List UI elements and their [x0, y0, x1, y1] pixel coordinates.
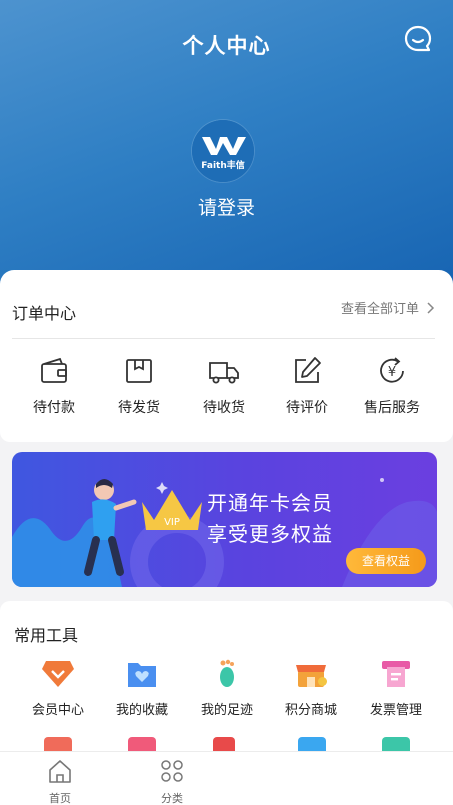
tool-label: 我的收藏 — [115, 703, 168, 718]
view-all-orders-link[interactable]: 查看全部订单 — [341, 298, 435, 317]
refund-icon: ¥ — [380, 357, 404, 383]
tab-category[interactable]: 分类 — [142, 758, 202, 805]
folder-heart-icon — [128, 663, 156, 687]
tools-section-title: 常用工具 — [14, 626, 79, 645]
order-item-label: 待付款 — [33, 400, 75, 416]
bottom-tab-bar: 首页 分类 — [0, 751, 453, 805]
order-pending-shipment[interactable]: 待发货 — [99, 355, 179, 417]
order-pending-payment[interactable]: 待付款 — [14, 355, 94, 417]
banner-title: 开通年卡会员 — [207, 491, 333, 515]
wallet-icon — [41, 357, 67, 383]
tool-label: 我的足迹 — [200, 703, 253, 718]
store-icon — [296, 665, 327, 687]
view-benefits-button[interactable]: 查看权益 — [346, 548, 426, 574]
order-item-label: 待发货 — [118, 400, 160, 416]
category-icon — [161, 760, 183, 782]
order-pending-review[interactable]: 待评价 — [267, 355, 347, 417]
page-title: 个人中心 — [182, 34, 271, 58]
edit-icon — [295, 357, 321, 383]
order-section-title: 订单中心 — [12, 304, 77, 323]
view-all-orders-label: 查看全部订单 — [340, 302, 419, 317]
order-item-label: 待收货 — [203, 400, 245, 416]
tab-home[interactable]: 首页 — [30, 758, 90, 805]
home-icon — [49, 760, 71, 783]
tool-invoice-management[interactable]: 发票管理 — [356, 657, 436, 718]
faith-logo-icon: Faith丰信 — [192, 120, 254, 182]
tab-label: 分类 — [161, 792, 183, 805]
truck-icon — [209, 362, 239, 384]
avatar[interactable]: Faith丰信 — [192, 120, 254, 182]
login-link[interactable]: 请登录 — [0, 193, 453, 220]
logo-text: Faith丰信 — [201, 159, 245, 171]
tool-member-center[interactable]: 会员中心 — [18, 657, 98, 718]
order-after-sales[interactable]: ¥ 售后服务 — [352, 355, 432, 417]
tool-label: 发票管理 — [369, 703, 422, 718]
order-item-label: 待评价 — [286, 400, 328, 416]
banner-subtitle: 享受更多权益 — [207, 522, 333, 546]
invoice-icon — [382, 661, 410, 687]
tab-label: 首页 — [49, 792, 71, 805]
tool-label: 会员中心 — [31, 703, 84, 718]
footprint-icon — [220, 659, 234, 687]
tool-favorites[interactable]: 我的收藏 — [102, 657, 182, 718]
member-diamond-icon — [42, 661, 74, 687]
chevron-right-icon — [427, 301, 435, 314]
order-item-label: 售后服务 — [364, 400, 420, 416]
tool-points-mall[interactable]: 积分商城 — [271, 657, 351, 718]
order-status-list: 待付款 待发货 待收货 待评价 ¥ 售后服务 — [0, 355, 453, 435]
divider — [12, 338, 435, 339]
vip-crown-text: VIP — [164, 517, 180, 528]
chat-icon[interactable] — [403, 24, 433, 54]
package-icon — [126, 359, 152, 383]
order-pending-receipt[interactable]: 待收货 — [184, 355, 264, 417]
tool-label: 积分商城 — [284, 703, 337, 718]
tool-footprints[interactable]: 我的足迹 — [187, 657, 267, 718]
svg-text:¥: ¥ — [388, 365, 396, 380]
